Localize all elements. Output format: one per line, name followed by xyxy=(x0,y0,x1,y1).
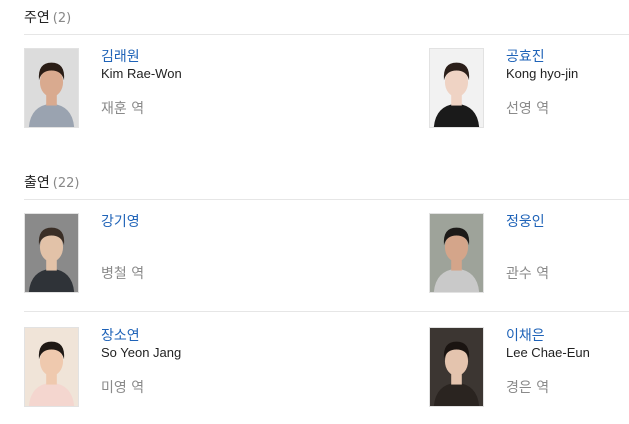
section-title-text: 출연 xyxy=(24,175,50,191)
actor-photo[interactable] xyxy=(24,48,79,128)
portrait-image xyxy=(430,328,483,406)
cast-card: 정웅인 관수 역 xyxy=(429,213,629,297)
portrait-image xyxy=(25,49,78,127)
portrait-image xyxy=(25,328,78,406)
actor-photo[interactable] xyxy=(429,48,484,128)
portrait-image xyxy=(430,49,483,127)
actor-photo[interactable] xyxy=(24,327,79,407)
section-title-supporting: 출연 (22) xyxy=(24,172,79,192)
actor-photo[interactable] xyxy=(429,213,484,293)
cast-card: 강기영 병철 역 xyxy=(24,213,254,297)
actor-name-link[interactable]: 장소연 xyxy=(101,325,140,345)
actor-name-link[interactable]: 정웅인 xyxy=(506,211,545,231)
actor-name-english: Kim Rae-Won xyxy=(101,66,182,81)
actor-name-link[interactable]: 공효진 xyxy=(506,46,545,66)
actor-photo[interactable] xyxy=(429,327,484,407)
actor-name-english: So Yeon Jang xyxy=(101,345,182,360)
cast-card: 공효진 Kong hyo-jin 선영 역 xyxy=(429,48,629,132)
actor-name-link[interactable]: 이채은 xyxy=(506,325,545,345)
actor-photo[interactable] xyxy=(24,213,79,293)
actor-role: 관수 역 xyxy=(506,266,550,282)
section-count: (2) xyxy=(52,11,72,26)
divider xyxy=(24,34,629,35)
portrait-image xyxy=(430,214,483,292)
actor-name-link[interactable]: 김래원 xyxy=(101,46,140,66)
cast-card: 이채은 Lee Chae-Eun 경은 역 xyxy=(429,327,629,411)
divider xyxy=(24,311,629,312)
actor-role: 병철 역 xyxy=(101,266,145,282)
portrait-image xyxy=(25,214,78,292)
actor-name-english: Lee Chae-Eun xyxy=(506,345,590,360)
actor-role: 경은 역 xyxy=(506,380,550,396)
actor-name-english: Kong hyo-jin xyxy=(506,66,579,81)
cast-card: 장소연 So Yeon Jang 미영 역 xyxy=(24,327,254,411)
section-title-text: 주연 xyxy=(24,10,50,26)
divider xyxy=(24,199,629,200)
actor-name-link[interactable]: 강기영 xyxy=(101,211,140,231)
cast-card: 김래원 Kim Rae-Won 재훈 역 xyxy=(24,48,254,132)
section-count: (22) xyxy=(52,176,80,191)
actor-role: 미영 역 xyxy=(101,380,145,396)
section-title-lead: 주연 (2) xyxy=(24,7,71,27)
actor-role: 재훈 역 xyxy=(101,101,145,117)
actor-role: 선영 역 xyxy=(506,101,550,117)
